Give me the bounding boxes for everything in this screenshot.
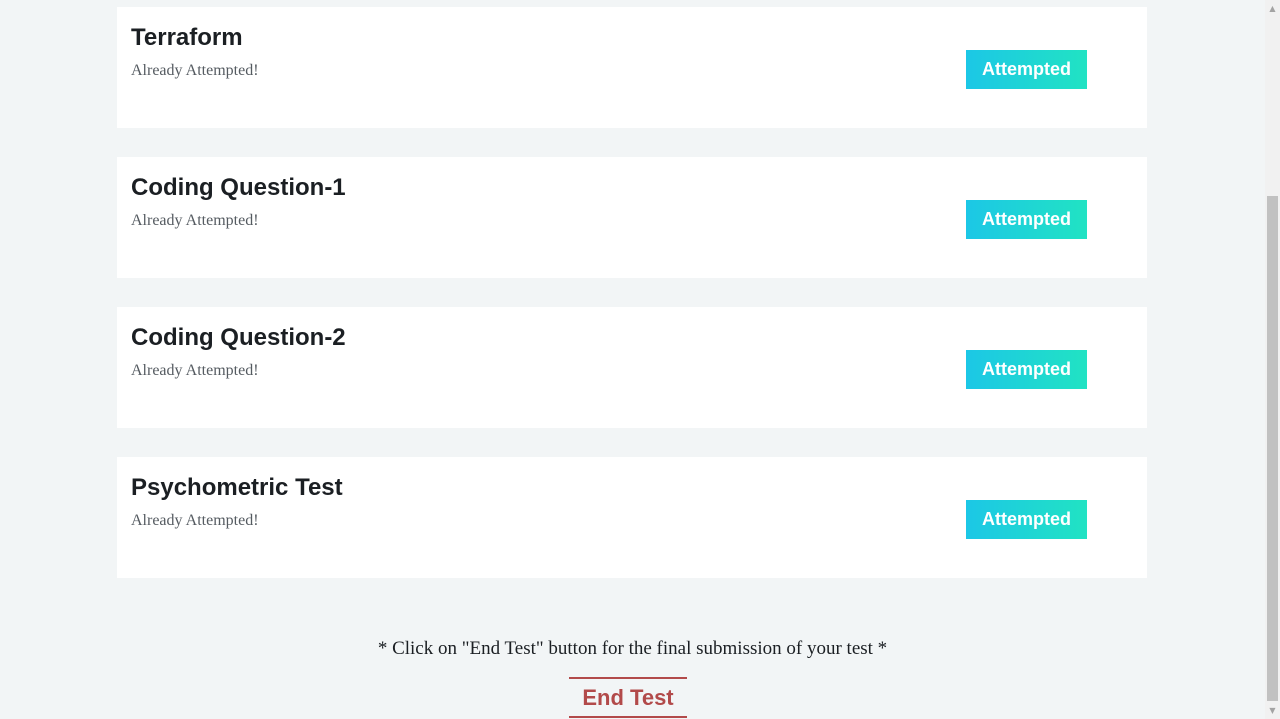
test-card-terraform: Terraform Already Attempted! Attempted	[117, 7, 1147, 128]
attempted-button[interactable]: Attempted	[966, 500, 1087, 539]
test-card-coding-question-1: Coding Question-1 Already Attempted! Att…	[117, 157, 1147, 278]
attempted-button[interactable]: Attempted	[966, 200, 1087, 239]
test-status: Already Attempted!	[131, 62, 259, 79]
scroll-up-arrow-icon[interactable]: ▲	[1265, 0, 1280, 17]
test-status: Already Attempted!	[131, 362, 259, 379]
test-card-coding-question-2: Coding Question-2 Already Attempted! Att…	[117, 307, 1147, 428]
end-test-button[interactable]: End Test	[569, 677, 687, 718]
test-title: Coding Question-2	[131, 324, 346, 351]
test-list-page: Terraform Already Attempted! Attempted C…	[0, 0, 1265, 719]
vertical-scrollbar[interactable]: ▲ ▼	[1265, 0, 1280, 719]
test-title: Psychometric Test	[131, 474, 343, 501]
attempted-button[interactable]: Attempted	[966, 50, 1087, 89]
test-card-psychometric-test: Psychometric Test Already Attempted! Att…	[117, 457, 1147, 578]
scrollbar-thumb[interactable]	[1267, 196, 1278, 701]
test-status: Already Attempted!	[131, 512, 259, 529]
test-title: Coding Question-1	[131, 174, 346, 201]
test-title: Terraform	[131, 24, 243, 51]
attempted-button[interactable]: Attempted	[966, 350, 1087, 389]
scroll-down-arrow-icon[interactable]: ▼	[1265, 702, 1280, 719]
end-test-instruction: * Click on "End Test" button for the fin…	[377, 638, 888, 659]
test-status: Already Attempted!	[131, 212, 259, 229]
